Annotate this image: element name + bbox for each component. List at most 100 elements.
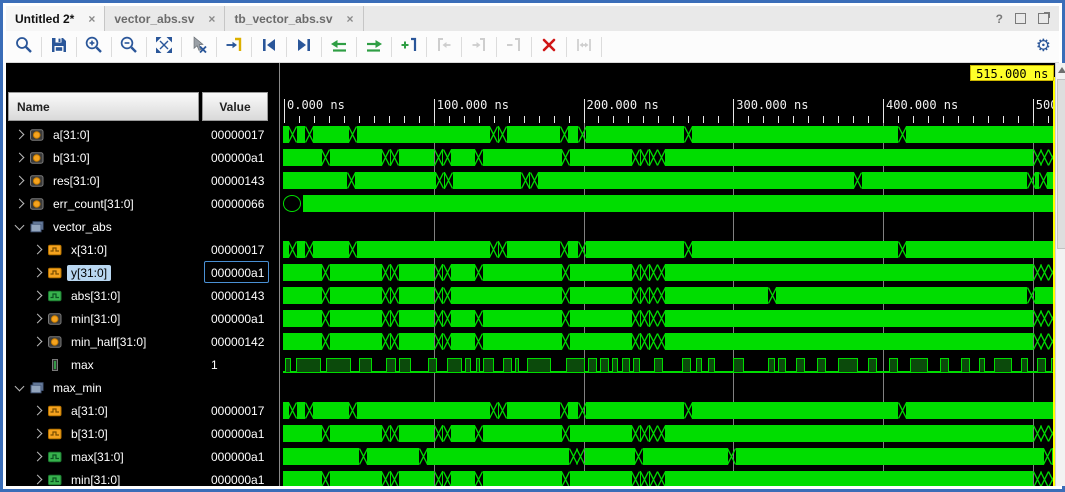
bus-transition-x xyxy=(381,149,390,169)
pointer-x-button[interactable] xyxy=(185,35,213,59)
marker-left-button[interactable] xyxy=(430,35,458,59)
bus-transition-x xyxy=(474,310,483,330)
bus-transition-x xyxy=(657,471,666,486)
bus-transition-x xyxy=(498,126,507,146)
ruler-minor-tick xyxy=(598,116,599,123)
marker-remove-icon xyxy=(504,35,524,58)
add-marker-button[interactable] xyxy=(395,35,423,59)
prev-transition-button[interactable] xyxy=(325,35,353,59)
signal-value[interactable]: 000000a1 xyxy=(204,307,269,329)
zoom-fit-icon xyxy=(154,35,174,58)
ruler-minor-tick xyxy=(913,116,914,123)
bus-transition-x xyxy=(530,172,539,192)
zoom-fit-button[interactable] xyxy=(150,35,178,59)
ruler-minor-tick xyxy=(688,116,689,123)
signal-value[interactable] xyxy=(204,376,269,398)
bus-transition-x xyxy=(390,471,399,486)
waveform-canvas[interactable]: 0.000 ns100.000 ns200.000 ns300.000 ns40… xyxy=(283,63,1055,486)
expand-chevron-icon[interactable] xyxy=(33,429,43,439)
signal-value[interactable]: 000000a1 xyxy=(204,422,269,444)
bus-value-segment xyxy=(776,287,1027,304)
tab-vector-abs-sv[interactable]: vector_abs.sv × xyxy=(105,6,225,31)
marker-right-button[interactable] xyxy=(465,35,493,59)
signal-value[interactable]: 000000a1 xyxy=(204,146,269,168)
ruler-time-label: 0.000 ns xyxy=(287,98,345,112)
settings-gear-icon[interactable]: ⚙ xyxy=(1036,34,1051,58)
prev-edge-button[interactable] xyxy=(255,35,283,59)
expand-chevron-icon[interactable] xyxy=(33,475,43,485)
tab-close-icon[interactable]: × xyxy=(88,13,95,25)
bus-value-segment xyxy=(483,471,562,486)
tab-label: vector_abs.sv xyxy=(114,12,194,26)
ruler-minor-tick xyxy=(494,116,495,123)
bus-transition-x xyxy=(474,471,483,486)
expand-chevron-icon[interactable] xyxy=(33,452,43,462)
signal-value[interactable]: 000000a1 xyxy=(204,445,269,467)
expand-chevron-icon[interactable] xyxy=(15,130,25,140)
bus-transition-x xyxy=(498,402,507,422)
wave-row xyxy=(283,376,1055,399)
scroll-up-icon[interactable] xyxy=(1058,67,1065,73)
float-window-icon[interactable] xyxy=(1015,13,1026,24)
delete-button[interactable] xyxy=(535,35,563,59)
search-button[interactable] xyxy=(10,35,38,59)
save-button[interactable] xyxy=(45,35,73,59)
vertical-scrollbar[interactable] xyxy=(1055,63,1065,486)
tab-untitled-2-[interactable]: Untitled 2*× xyxy=(6,6,105,31)
expand-chevron-icon[interactable] xyxy=(15,381,25,391)
signal-value[interactable]: 00000143 xyxy=(204,284,269,306)
ruler-time-label: 300.000 ns xyxy=(736,98,808,112)
ruler-minor-tick xyxy=(479,116,480,123)
toolbar-separator xyxy=(286,37,287,57)
expand-chevron-icon[interactable] xyxy=(15,153,25,163)
goto-time-button[interactable] xyxy=(220,35,248,59)
bit-high-pulse xyxy=(940,358,949,373)
next-edge-button[interactable] xyxy=(290,35,318,59)
signal-value[interactable]: 00000017 xyxy=(204,123,269,145)
marker-remove-button[interactable] xyxy=(500,35,528,59)
expand-chevron-icon[interactable] xyxy=(15,199,25,209)
ruler-minor-tick xyxy=(943,116,944,123)
zoom-in-button[interactable] xyxy=(80,35,108,59)
signal-value[interactable]: 00000142 xyxy=(204,330,269,352)
bit-high-pulse xyxy=(910,358,928,373)
span-markers-button[interactable] xyxy=(570,35,598,59)
bus-transition-x xyxy=(434,333,443,353)
bus-transition-x xyxy=(631,287,640,307)
bit-high-pulse xyxy=(796,358,805,373)
signal-value[interactable]: 000000a1 xyxy=(204,468,269,490)
maximize-icon[interactable] xyxy=(1038,13,1049,24)
expand-chevron-icon[interactable] xyxy=(33,291,43,301)
expand-chevron-icon[interactable] xyxy=(15,220,25,230)
tab-close-icon[interactable]: × xyxy=(347,13,354,25)
tab-close-icon[interactable]: × xyxy=(208,13,215,25)
bit-high-pulse xyxy=(359,358,372,373)
zoom-out-button[interactable] xyxy=(115,35,143,59)
expand-chevron-icon[interactable] xyxy=(33,245,43,255)
signal-value[interactable]: 1 xyxy=(204,353,269,375)
expand-chevron-icon[interactable] xyxy=(33,406,43,416)
signal-value[interactable]: 00000017 xyxy=(204,399,269,421)
expand-chevron-icon[interactable] xyxy=(33,337,43,347)
signal-value[interactable]: 00000143 xyxy=(204,169,269,191)
next-transition-icon xyxy=(364,35,384,58)
bus-value-segment xyxy=(507,402,560,419)
bus-value-segment xyxy=(507,241,560,258)
signal-value[interactable]: 00000017 xyxy=(204,238,269,260)
tab-tb-vector-abs-sv[interactable]: tb_vector_abs.sv× xyxy=(225,6,363,31)
bus-value-segment xyxy=(483,333,562,350)
signal-value[interactable]: 00000066 xyxy=(204,192,269,214)
expand-chevron-icon[interactable] xyxy=(33,268,43,278)
help-icon[interactable]: ? xyxy=(996,12,1003,26)
expand-chevron-icon[interactable] xyxy=(15,176,25,186)
bit-high-pulse xyxy=(588,358,597,373)
signal-value[interactable] xyxy=(204,215,269,237)
scrollbar-thumb[interactable] xyxy=(1057,79,1065,249)
signal-value[interactable]: 000000a1 xyxy=(204,261,269,283)
next-transition-button[interactable] xyxy=(360,35,388,59)
bus-value-segment xyxy=(862,172,1028,189)
bus-value-segment xyxy=(906,402,1055,419)
expand-chevron-icon[interactable] xyxy=(33,314,43,324)
time-cursor-line[interactable] xyxy=(1053,77,1055,486)
ruler-minor-tick xyxy=(868,116,869,123)
